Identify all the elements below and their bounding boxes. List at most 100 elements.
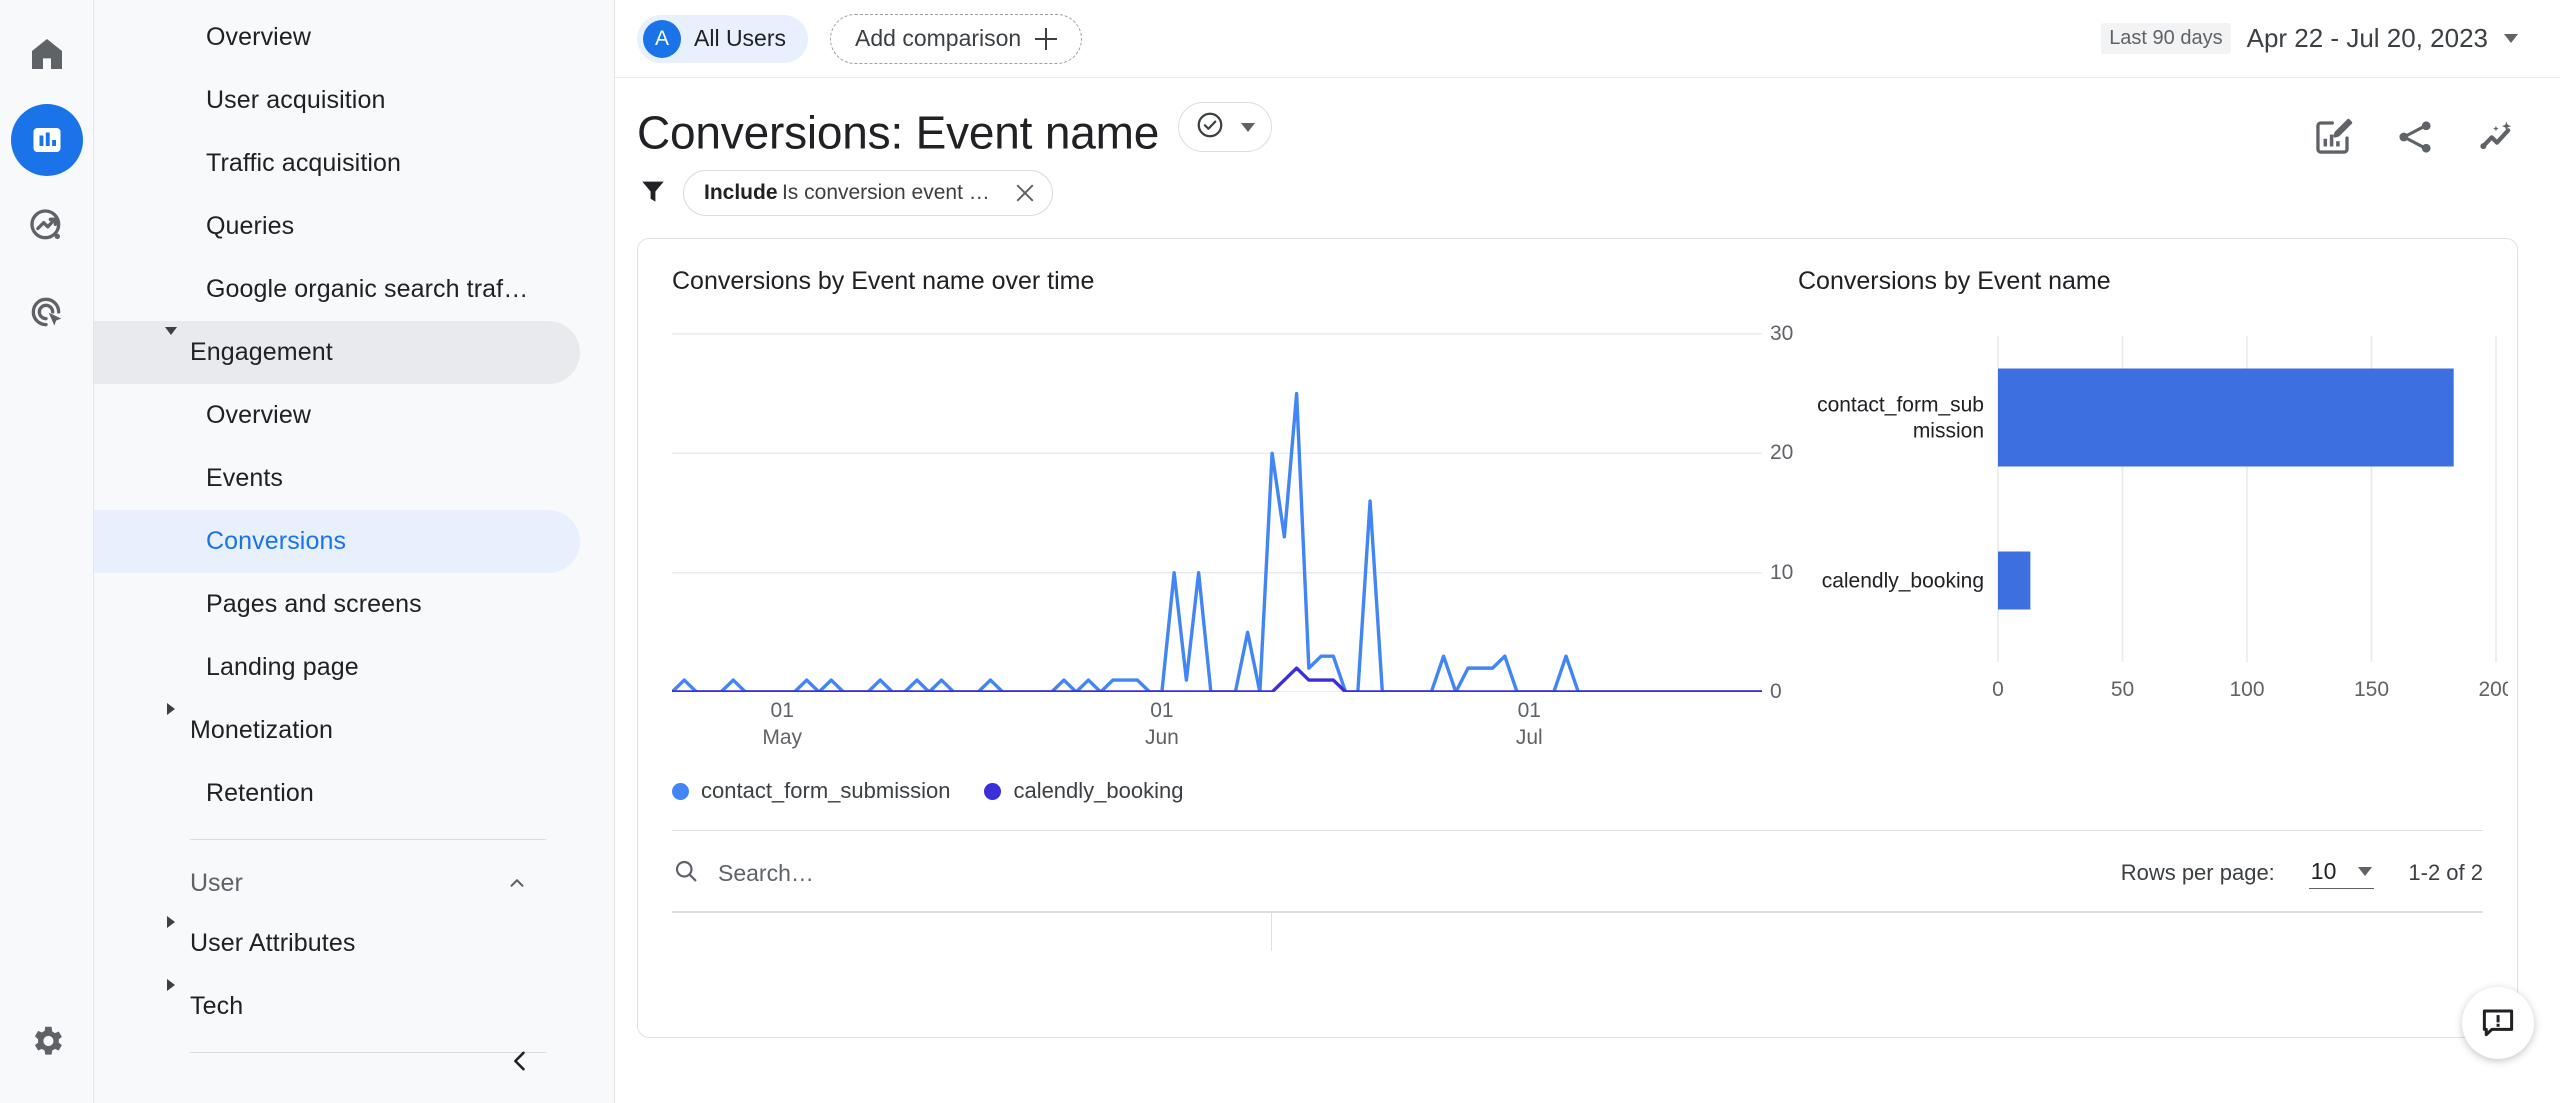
sidebar-item-engagement-overview[interactable]: Overview <box>94 384 580 447</box>
sidebar-row: User acquisition <box>94 69 614 132</box>
legend-label: calendly_booking <box>1013 778 1184 804</box>
line-chart-panel: Conversions by Event name over time 0 10 2… <box>670 267 1793 760</box>
y-axis-tick: 30 <box>1770 322 1794 346</box>
sidebar-item-landing-page[interactable]: Landing page <box>94 636 580 699</box>
sidebar-row: Conversions <box>94 510 614 573</box>
sidebar-item-label: Retention <box>206 779 314 807</box>
sidebar-item-events[interactable]: Events <box>94 447 580 510</box>
page-title-wrap: Conversions: Event name <box>637 102 1272 158</box>
sidebar-item-label: Queries <box>206 212 295 240</box>
svg-text:100: 100 <box>2229 678 2264 701</box>
pagination-range-label: 1-2 of 2 <box>2408 860 2483 886</box>
chevron-down-icon[interactable] <box>161 321 181 341</box>
audience-chip[interactable]: A All Users <box>637 14 809 63</box>
report-card: Conversions by Event name over time 0 10 2… <box>637 238 2518 1039</box>
y-axis-tick: 10 <box>1770 560 1794 584</box>
legend-color-swatch <box>984 782 1002 800</box>
legend-color-swatch <box>672 782 689 800</box>
report-actions <box>2312 102 2518 158</box>
y-axis-tick: 20 <box>1770 441 1794 465</box>
sidebar-item-pages-and-screens[interactable]: Pages and screens <box>94 573 580 636</box>
advertising-icon[interactable] <box>11 276 83 348</box>
home-icon[interactable] <box>11 18 83 90</box>
sidebar-item-conversions[interactable]: Conversions <box>94 510 580 573</box>
x-axis-tick: 01 May <box>762 699 803 749</box>
icon-rail <box>0 0 94 1103</box>
sidebar-row: Pages and screens <box>94 573 614 636</box>
sidebar-item-label: Tech <box>190 992 244 1020</box>
bar-chart-plot[interactable]: 0 50 100 150 200 contact_form_submission calen… <box>1798 322 2514 727</box>
sidebar-item-label: Pages and screens <box>206 590 422 618</box>
legend-item-contact-form-submission[interactable]: contact_form_submission <box>672 778 950 804</box>
sidebar-item-traffic-acquisition[interactable]: Traffic acquisition <box>94 132 580 195</box>
sidebar-item-label: Traffic acquisition <box>206 149 402 177</box>
feedback-button[interactable] <box>2462 987 2534 1059</box>
table-header-cell-dimension[interactable] <box>672 913 1272 952</box>
rows-per-page-select[interactable]: 10 <box>2308 857 2375 889</box>
sidebar-item-label: Google organic search traf… <box>206 275 529 303</box>
sidebar-section-label: User <box>190 868 243 897</box>
insights-icon[interactable] <box>2476 116 2518 158</box>
share-icon[interactable] <box>2394 116 2436 158</box>
chevron-right-icon[interactable] <box>161 912 181 932</box>
chevron-right-icon[interactable] <box>161 699 181 719</box>
chevron-down-icon <box>1240 122 1255 132</box>
bar-chart-panel: Conversions by Event name 050100150200co… <box>1762 267 2514 760</box>
sidebar-item-queries[interactable]: Queries <box>94 195 580 258</box>
sidebar-row: Queries <box>94 195 614 258</box>
title-bar: Conversions: Event name <box>615 78 2560 158</box>
date-preset-badge: Last 90 days <box>2101 23 2231 54</box>
chevron-right-icon[interactable] <box>161 975 181 995</box>
date-range-label: Apr 22 - Jul 20, 2023 <box>2246 23 2488 53</box>
rows-per-page-value: 10 <box>2310 857 2337 884</box>
sidebar-item-user-acquisition[interactable]: User acquisition <box>94 69 580 132</box>
line-chart-canvas[interactable]: 0 10 20 30 <box>670 322 1793 703</box>
filter-condition-label: Is conversion event … <box>781 181 990 205</box>
date-range-picker[interactable]: Last 90 days Apr 22 - Jul 20, 2023 <box>2101 23 2518 54</box>
reports-icon[interactable] <box>10 104 83 176</box>
sidebar-nav: Overview User acquisition Traffic acquis… <box>94 0 615 1103</box>
sidebar-item-label: Engagement <box>190 338 333 366</box>
pagination-controls: Rows per page: 10 1-2 of 2 <box>2121 858 2483 889</box>
add-comparison-button[interactable]: Add comparison <box>830 13 1083 64</box>
sidebar-item-label: Monetization <box>190 716 333 744</box>
sidebar-row: Overview <box>94 384 614 447</box>
svg-text:50: 50 <box>2111 678 2134 701</box>
sidebar-divider <box>190 1052 546 1053</box>
close-icon[interactable] <box>1014 182 1036 204</box>
svg-text:150: 150 <box>2354 678 2389 701</box>
chevron-down-icon <box>2358 866 2373 876</box>
chart-legend: contact_form_submission calendly_booking <box>638 760 2517 804</box>
filter-bar: Include Is conversion event … <box>615 158 2560 217</box>
svg-text:contact_form_sub: contact_form_sub <box>1817 394 1984 417</box>
main-content: A All Users Add comparison Last 90 days … <box>615 0 2560 1103</box>
svg-text:mission: mission <box>1913 420 1984 443</box>
search-input[interactable]: Search… <box>672 857 814 890</box>
table-header-cell-metric[interactable] <box>1272 913 2483 951</box>
avatar: A <box>643 19 681 58</box>
gear-icon[interactable] <box>11 1005 83 1077</box>
sidebar-row: Monetization <box>94 699 614 762</box>
sidebar-section-user[interactable]: User <box>94 854 614 912</box>
svg-text:calendly_booking: calendly_booking <box>1822 570 1984 593</box>
legend-item-calendly-booking[interactable]: calendly_booking <box>984 778 1183 804</box>
filter-chip[interactable]: Include Is conversion event … <box>683 170 1053 217</box>
explore-icon[interactable] <box>11 190 83 262</box>
page-title: Conversions: Event name <box>637 106 1160 159</box>
sidebar-row: User Attributes <box>94 912 614 975</box>
sidebar-item-overview[interactable]: Overview <box>94 6 580 69</box>
analytics-page: Overview User acquisition Traffic acquis… <box>0 0 2560 1103</box>
sidebar-item-label: Events <box>206 464 284 492</box>
sidebar-item-google-organic-search[interactable]: Google organic search traf… <box>94 258 580 321</box>
sidebar-item-label: Overview <box>206 23 311 51</box>
edit-report-icon[interactable] <box>2312 116 2354 158</box>
svg-text:0: 0 <box>1992 678 2004 701</box>
table-header-row <box>672 911 2483 952</box>
sidebar-item-retention[interactable]: Retention <box>94 762 580 825</box>
collapse-nav-button[interactable] <box>500 1041 540 1081</box>
sidebar-row: Google organic search traf… <box>94 258 614 321</box>
conversion-scope-selector[interactable] <box>1177 102 1272 152</box>
report-topbar: A All Users Add comparison Last 90 days … <box>615 0 2560 78</box>
sidebar-row: Overview <box>94 6 614 69</box>
chevron-up-icon <box>506 872 528 894</box>
